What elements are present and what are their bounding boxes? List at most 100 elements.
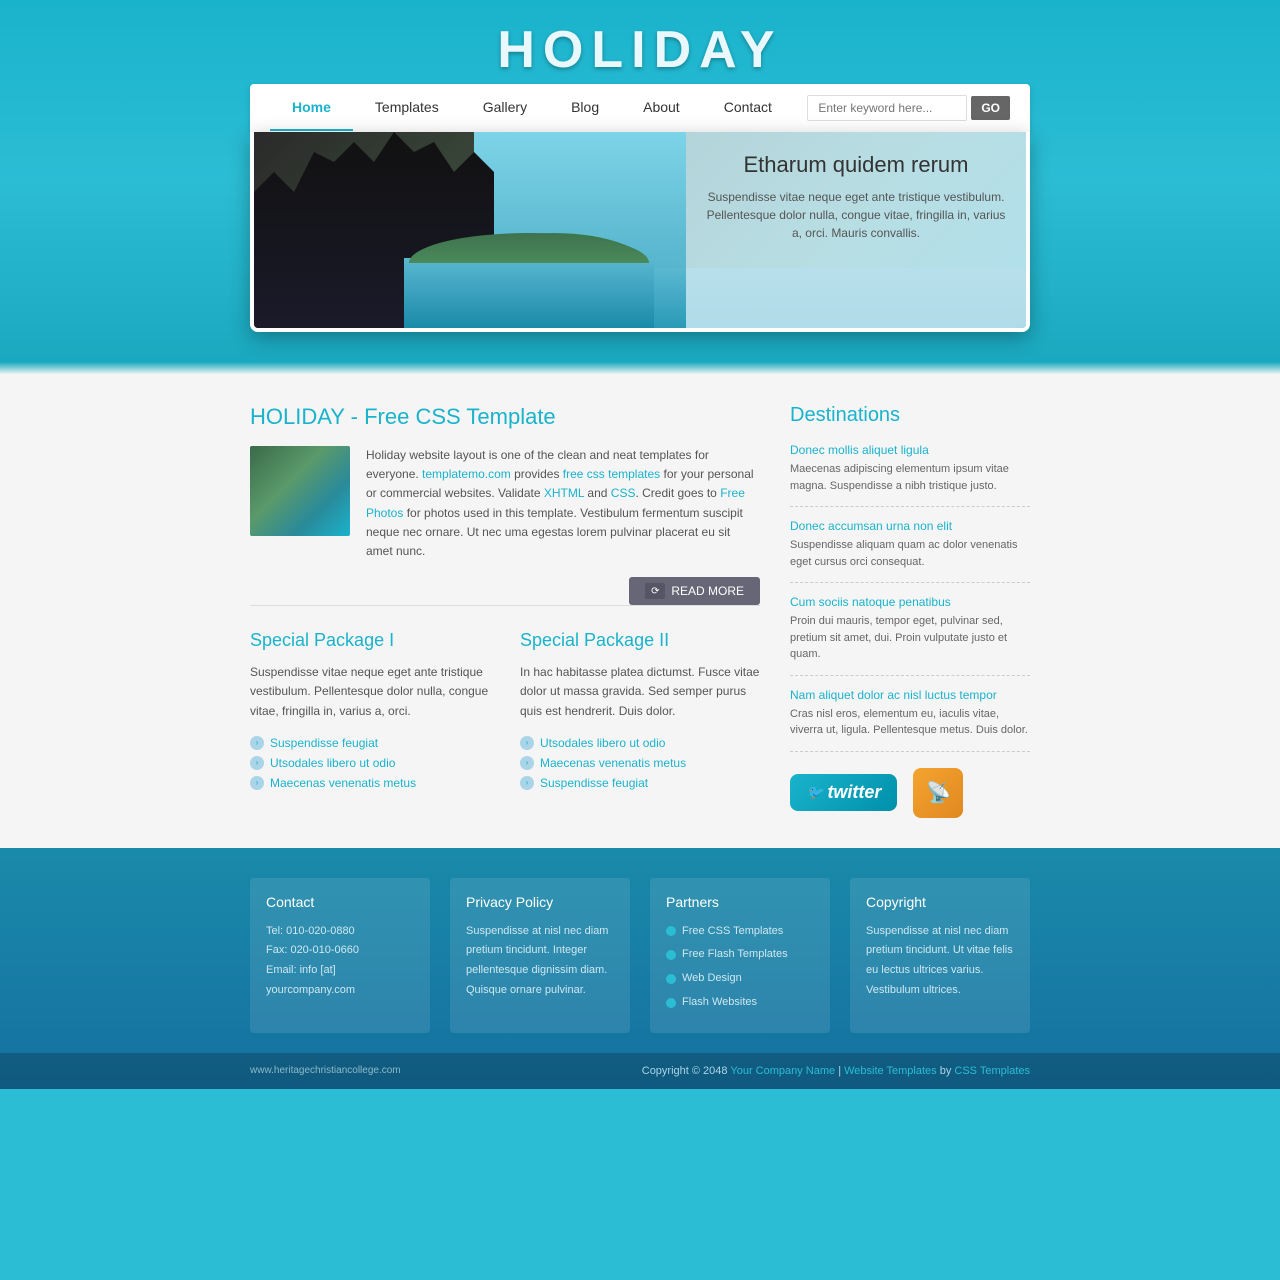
partner-item: Free Flash Templates — [666, 945, 814, 965]
company-link[interactable]: Your Company Name — [730, 1065, 835, 1077]
list-item: › Suspendisse feugiat — [520, 773, 760, 793]
partner-dot-icon — [666, 974, 676, 984]
partner-item: Flash Websites — [666, 993, 814, 1013]
footer-partners-heading: Partners — [666, 894, 814, 910]
nav-gallery[interactable]: Gallery — [461, 85, 549, 131]
list-arrow-icon: › — [520, 756, 534, 770]
list-item: › Maecenas venenatis metus — [250, 773, 490, 793]
footer-copyright-text: Suspendisse at nisl nec diam pretium tin… — [866, 922, 1014, 1001]
footer-fax: Fax: 020-010-0660 — [266, 941, 414, 961]
nav-about[interactable]: About — [621, 85, 702, 131]
footer-copyright-line: Copyright © 2048 Your Company Name | Web… — [642, 1065, 1030, 1077]
nav-templates[interactable]: Templates — [353, 85, 461, 131]
website-templates-link[interactable]: Website Templates — [844, 1065, 937, 1077]
package-2-link-3[interactable]: Suspendisse feugiat — [540, 776, 648, 790]
hero-section: HOLIDAY Home Templates Gallery Blog Abou… — [0, 0, 1280, 362]
footer-contact-heading: Contact — [266, 894, 414, 910]
dest-4-text: Cras nisl eros, elementum eu, iaculis vi… — [790, 706, 1030, 739]
content-wrapper: HOLIDAY - Free CSS Template Holiday webs… — [250, 404, 1030, 818]
about-heading: HOLIDAY - Free CSS Template — [250, 404, 760, 430]
footer-privacy-heading: Privacy Policy — [466, 894, 614, 910]
package-2-link-2[interactable]: Maecenas venenatis metus — [540, 756, 686, 770]
search-button[interactable]: GO — [971, 96, 1010, 120]
packages-row: Special Package I Suspendisse vitae nequ… — [250, 630, 760, 793]
read-more-button[interactable]: ⟳ READ MORE — [629, 577, 760, 605]
read-more-label: READ MORE — [671, 584, 744, 598]
dest-2-title: Donec accumsan urna non elit — [790, 519, 1030, 533]
rss-icon[interactable]: 📡 — [913, 768, 963, 818]
copyright-text: Copyright © 2048 — [642, 1065, 728, 1077]
nav-home[interactable]: Home — [270, 85, 353, 131]
section-divider — [0, 362, 1280, 374]
xhtml-link[interactable]: XHTML — [544, 486, 584, 500]
css-link[interactable]: CSS — [611, 486, 636, 500]
footer-url-bar: www.heritagechristiancollege.com Copyrig… — [250, 1065, 1030, 1077]
dest-3-title: Cum sociis natoque penatibus — [790, 595, 1030, 609]
list-arrow-icon: › — [250, 736, 264, 750]
dest-3-text: Proin dui mauris, tempor eget, pulvinar … — [790, 613, 1030, 663]
footer-partners: Partners Free CSS Templates Free Flash T… — [650, 878, 830, 1033]
about-section: HOLIDAY - Free CSS Template Holiday webs… — [250, 404, 760, 561]
site-title: HOLIDAY — [0, 20, 1280, 80]
list-item: › Maecenas venenatis metus — [520, 753, 760, 773]
list-item: › Utsodales libero ut odio — [520, 733, 760, 753]
package-2: Special Package II In hac habitasse plat… — [520, 630, 760, 793]
list-item: › Suspendisse feugiat — [250, 733, 490, 753]
hero-overlay: Etharum quidem rerum Suspendisse vitae n… — [686, 132, 1026, 328]
destination-1: Donec mollis aliquet ligula Maecenas adi… — [790, 443, 1030, 507]
dest-1-title: Donec mollis aliquet ligula — [790, 443, 1030, 457]
package-1: Special Package I Suspendisse vitae nequ… — [250, 630, 490, 793]
list-arrow-icon: › — [520, 776, 534, 790]
css-templates-link[interactable]: CSS Templates — [954, 1065, 1030, 1077]
package-1-list: › Suspendisse feugiat › Utsodales libero… — [250, 733, 490, 793]
templatemo-link[interactable]: templatemo.com — [422, 467, 511, 481]
package-1-link-3[interactable]: Maecenas venenatis metus — [270, 776, 416, 790]
partner-link-2[interactable]: Free Flash Templates — [682, 945, 788, 965]
site-url: www.heritagechristiancollege.com — [250, 1065, 401, 1076]
package-1-link-1[interactable]: Suspendisse feugiat — [270, 736, 378, 750]
about-content: Holiday website layout is one of the cle… — [250, 446, 760, 561]
package-2-link-1[interactable]: Utsodales libero ut odio — [540, 736, 665, 750]
nav-blog[interactable]: Blog — [549, 85, 621, 131]
list-arrow-icon: › — [250, 756, 264, 770]
destination-2: Donec accumsan urna non elit Suspendisse… — [790, 519, 1030, 583]
footer-bottom: www.heritagechristiancollege.com Copyrig… — [0, 1053, 1280, 1089]
partner-dot-icon — [666, 950, 676, 960]
search-input[interactable] — [807, 95, 967, 121]
footer-content: Contact Tel: 010-020-0880 Fax: 020-010-0… — [250, 878, 1030, 1053]
main-content: HOLIDAY - Free CSS Template Holiday webs… — [0, 374, 1280, 848]
dest-1-text: Maecenas adipiscing elementum ipsum vita… — [790, 461, 1030, 494]
nav-links: Home Templates Gallery Blog About Contac… — [270, 85, 807, 131]
partner-link-3[interactable]: Web Design — [682, 969, 742, 989]
dest-4-title: Nam aliquet dolor ac nisl luctus tempor — [790, 688, 1030, 702]
list-arrow-icon: › — [520, 736, 534, 750]
list-item: › Utsodales libero ut odio — [250, 753, 490, 773]
footer-privacy-text: Suspendisse at nisl nec diam pretium tin… — [466, 922, 614, 1001]
left-column: HOLIDAY - Free CSS Template Holiday webs… — [250, 404, 760, 818]
footer-copyright-col: Copyright Suspendisse at nisl nec diam p… — [850, 878, 1030, 1033]
partner-link-1[interactable]: Free CSS Templates — [682, 922, 783, 942]
partner-dot-icon — [666, 998, 676, 1008]
hero-banner: Etharum quidem rerum Suspendisse vitae n… — [250, 132, 1030, 332]
section-separator — [250, 605, 760, 606]
partners-list: Free CSS Templates Free Flash Templates … — [666, 922, 814, 1013]
about-text: Holiday website layout is one of the cle… — [366, 446, 760, 561]
partner-item: Free CSS Templates — [666, 922, 814, 942]
twitter-icon[interactable]: 🐦 twitter — [790, 774, 897, 811]
footer-contact: Contact Tel: 010-020-0880 Fax: 020-010-0… — [250, 878, 430, 1033]
search-area: GO — [807, 95, 1010, 121]
list-arrow-icon: › — [250, 776, 264, 790]
dest-2-text: Suspendisse aliquam quam ac dolor venena… — [790, 537, 1030, 570]
partner-item: Web Design — [666, 969, 814, 989]
nav-bar: Home Templates Gallery Blog About Contac… — [250, 84, 1030, 132]
hero-title: Etharum quidem rerum — [706, 152, 1006, 178]
package-2-list: › Utsodales libero ut odio › Maecenas ve… — [520, 733, 760, 793]
package-2-text: In hac habitasse platea dictumst. Fusce … — [520, 663, 760, 721]
partner-link-4[interactable]: Flash Websites — [682, 993, 757, 1013]
footer-privacy: Privacy Policy Suspendisse at nisl nec d… — [450, 878, 630, 1033]
footer-tel: Tel: 010-020-0880 — [266, 922, 414, 942]
destination-3: Cum sociis natoque penatibus Proin dui m… — [790, 595, 1030, 676]
package-1-link-2[interactable]: Utsodales libero ut odio — [270, 756, 395, 770]
free-css-link[interactable]: free css templates — [563, 467, 660, 481]
nav-contact[interactable]: Contact — [702, 85, 794, 131]
